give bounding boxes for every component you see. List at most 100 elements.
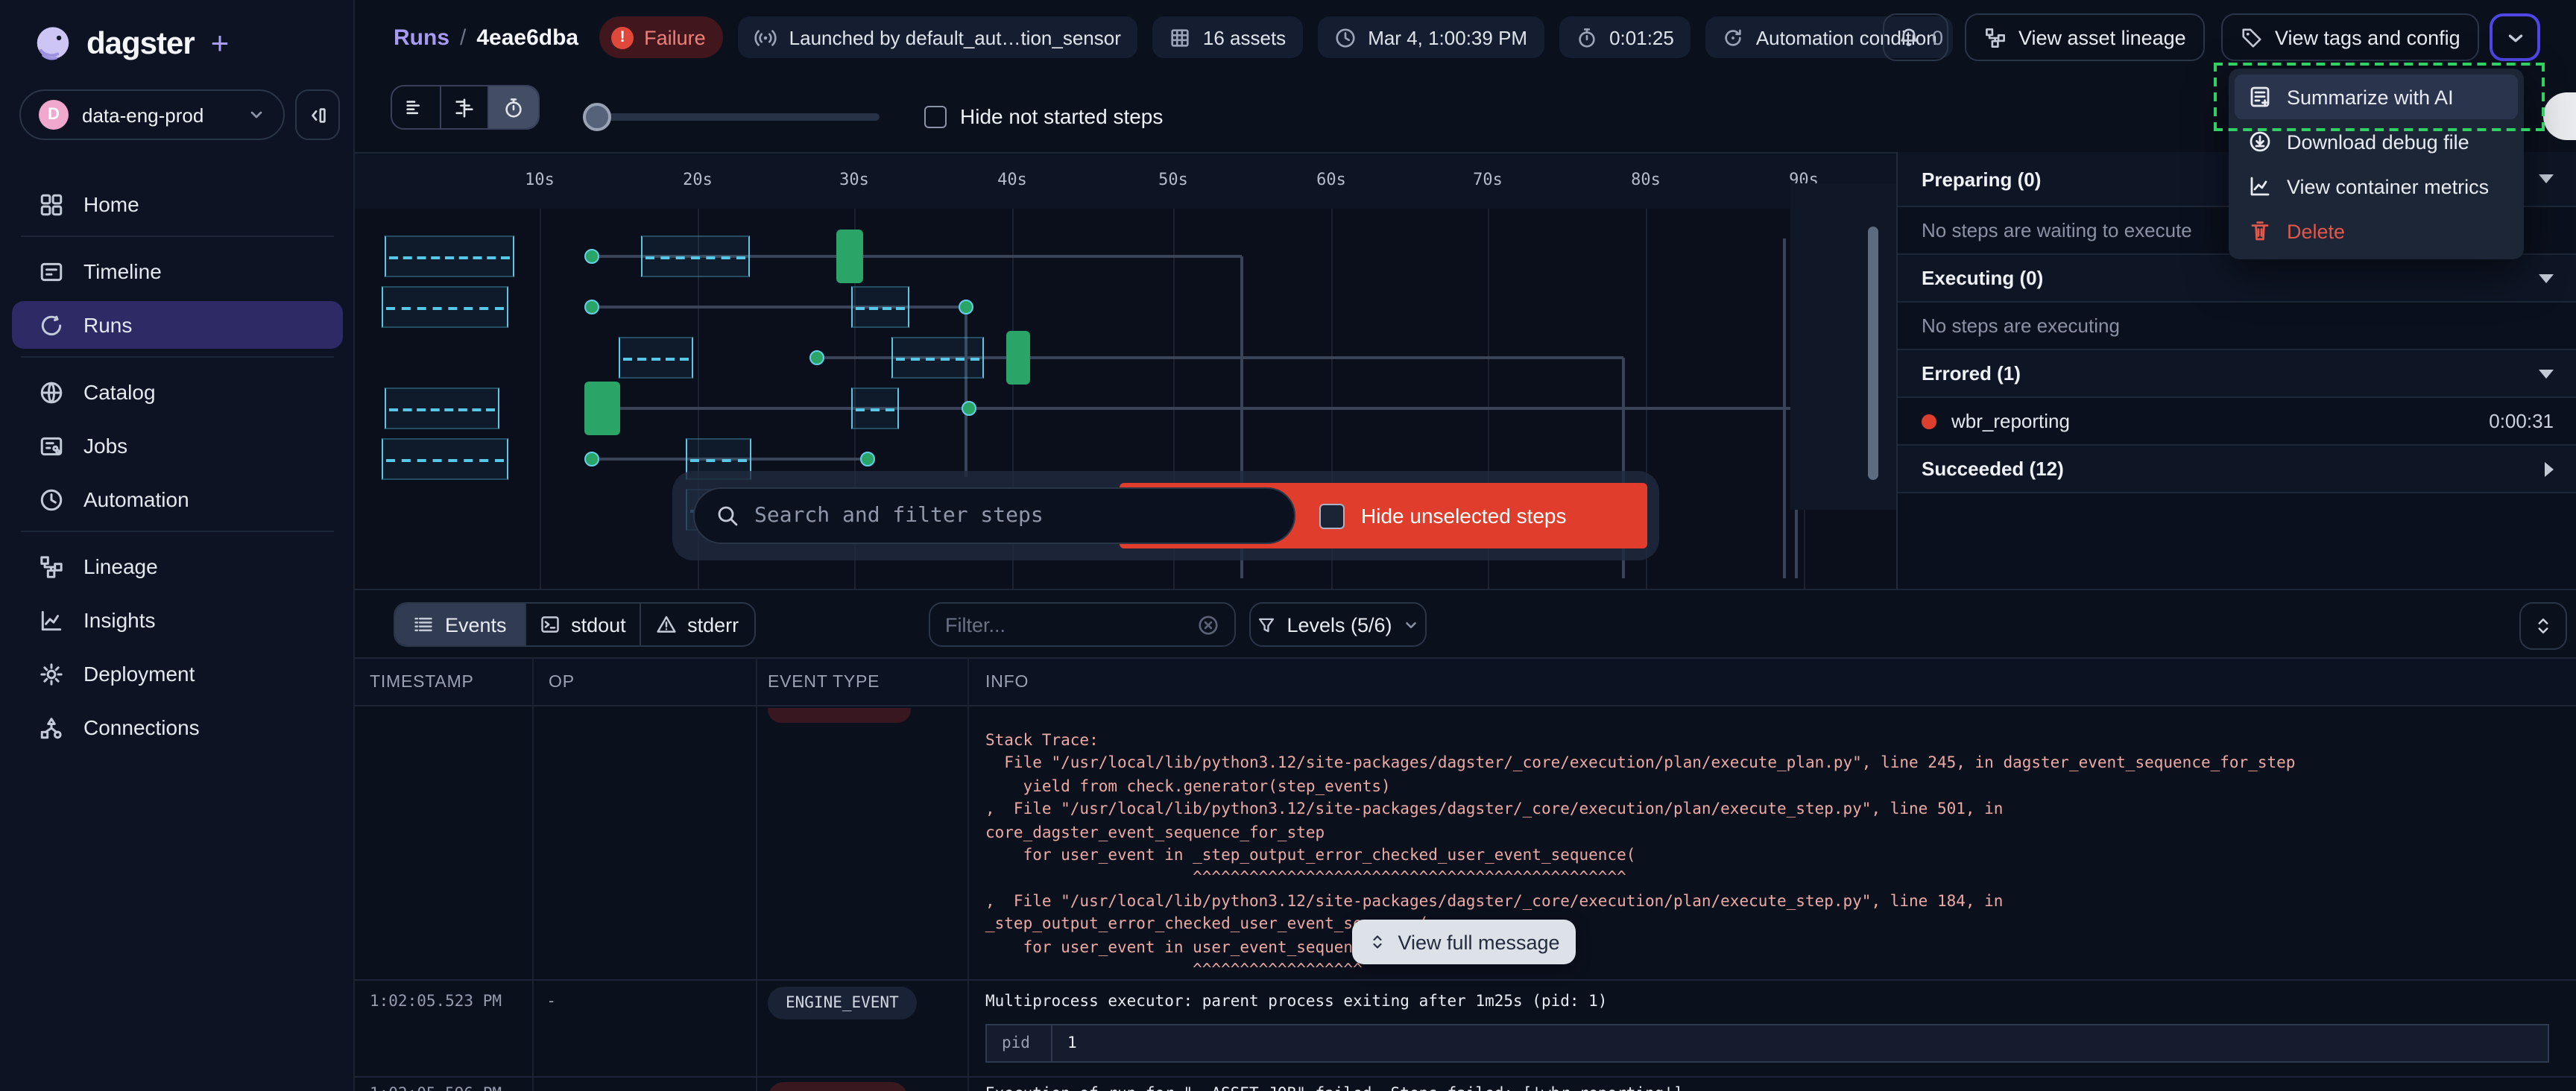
collapse-sidebar-button[interactable] (295, 89, 340, 140)
sidebar-item-catalog[interactable]: Catalog (12, 368, 343, 416)
divider (967, 657, 969, 1091)
gantt-step-marker[interactable] (584, 249, 599, 264)
metrics-icon (2248, 174, 2272, 198)
expand-log-panel-button[interactable] (2519, 602, 2567, 650)
gantt-step-pending[interactable] (851, 388, 899, 429)
deployment-selector[interactable]: D data-eng-prod (19, 89, 285, 140)
run-status-badge: ! Failure (599, 16, 724, 58)
sidebar-item-automation[interactable]: Automation (12, 475, 343, 523)
tab-stderr[interactable]: stderr (640, 604, 754, 645)
axis-tick: 10s (525, 170, 555, 189)
event-log-table: TIMESTAMPOPEVENT TYPEINFO Stack Trace: F… (355, 657, 2576, 1091)
gantt-step-success[interactable] (584, 382, 620, 435)
brand-name: dagster (86, 26, 195, 62)
reexecute-button-partial[interactable] (2543, 92, 2576, 140)
log-info: Multiprocess executor: parent process ex… (985, 993, 1607, 1011)
view-asset-lineage-button[interactable]: View asset lineage (1965, 13, 2206, 61)
section-title: Preparing (0) (1922, 168, 2041, 190)
sidebar-item-jobs[interactable]: Jobs (12, 422, 343, 469)
sidebar-item-insights[interactable]: Insights (12, 596, 343, 644)
hide-not-started-checkbox[interactable] (924, 105, 947, 127)
sidebar-item-label: Timeline (83, 259, 162, 283)
view-flat-button[interactable] (392, 86, 441, 128)
sidebar-item-lineage[interactable]: Lineage (12, 543, 343, 590)
connector-line (592, 306, 966, 309)
gantt-zoom-handle[interactable] (583, 103, 611, 131)
step-search-input[interactable]: Search and filter steps (693, 487, 1295, 544)
gantt-step-marker[interactable] (962, 401, 976, 416)
catalog-icon (39, 379, 64, 405)
breadcrumb-runs-link[interactable]: Runs (394, 25, 449, 50)
run-chip[interactable]: Mar 4, 1:00:39 PM (1317, 16, 1544, 58)
tab-label: stderr (687, 613, 739, 636)
menu-item-label: View container metrics (2287, 175, 2489, 197)
levels-label: Levels (5/6) (1287, 613, 1392, 636)
gantt-step-pending[interactable] (851, 286, 909, 328)
hide-unselected-checkbox[interactable] (1319, 503, 1345, 528)
view-tags-and-config-button[interactable]: View tags and config (2221, 13, 2480, 61)
gantt-step-pending[interactable] (891, 337, 984, 379)
gantt-step-pending[interactable] (641, 235, 750, 277)
run-chip[interactable]: 0:01:25 (1559, 16, 1690, 58)
chip-label: 16 assets (1203, 26, 1286, 48)
gantt-step-marker[interactable] (959, 300, 973, 314)
gantt-step-marker[interactable] (860, 452, 875, 467)
gantt-step-pending[interactable] (382, 438, 508, 480)
gantt-step-marker[interactable] (809, 350, 824, 365)
gantt-step-pending[interactable] (385, 388, 499, 429)
log-filter-input[interactable]: Filter... (929, 602, 1236, 647)
triangle-down-icon (2539, 174, 2554, 183)
gantt-step-pending[interactable] (385, 235, 514, 277)
gantt-step-success[interactable] (1006, 331, 1030, 385)
sidebar-item-runs[interactable]: Runs (12, 301, 343, 349)
divider (355, 589, 2576, 590)
sidebar-item-deployment[interactable]: Deployment (12, 650, 343, 698)
updown-chevrons-icon (1368, 933, 1386, 951)
sidebar-item-home[interactable]: Home (12, 180, 343, 228)
menu-item-delete[interactable]: Delete (2235, 209, 2518, 253)
gantt-zoom-slider[interactable] (584, 113, 880, 121)
axis-tick: 40s (997, 170, 1027, 189)
view-asset-lineage-label: View asset lineage (2018, 26, 2186, 48)
tab-events[interactable]: Events (395, 604, 527, 645)
brand[interactable]: dagster + (33, 24, 229, 64)
gantt-step-pending[interactable] (382, 286, 508, 328)
run-chip[interactable]: Launched by default_aut…tion_sensor (739, 16, 1137, 58)
insights-icon (39, 607, 64, 633)
sidebar-item-connections[interactable]: Connections (12, 703, 343, 751)
view-timed-button[interactable] (490, 86, 538, 128)
run-actions-menu-button[interactable] (2490, 13, 2540, 61)
status-dot-icon (1922, 414, 1936, 429)
status-section-executing[interactable]: Executing (0) (1898, 255, 2576, 303)
view-waterfall-button[interactable] (441, 86, 489, 128)
notifications-button[interactable]: 0 (1883, 13, 1948, 61)
event-metadata-table: pid 1 (985, 1024, 2549, 1063)
divider (756, 657, 757, 1091)
axis-tick: 60s (1316, 170, 1346, 189)
gantt-step-pending[interactable] (619, 337, 693, 379)
funnel-icon (1257, 615, 1276, 634)
log-levels-dropdown[interactable]: Levels (5/6) (1249, 602, 1427, 647)
column-header: INFO (985, 674, 1029, 692)
sidebar-item-timeline[interactable]: Timeline (12, 247, 343, 295)
gantt-step-marker[interactable] (584, 300, 599, 314)
clear-filter-icon[interactable] (1197, 613, 1219, 636)
errored-step-row[interactable]: wbr_reporting0:00:31 (1898, 398, 2576, 446)
status-section-succeeded[interactable]: Succeeded (12) (1898, 446, 2576, 493)
menu-item-view-container-metrics[interactable]: View container metrics (2235, 164, 2518, 209)
search-icon (716, 504, 739, 528)
auto-refresh-icon (1722, 26, 1744, 48)
tag-icon (2241, 26, 2263, 48)
status-section-errored[interactable]: Errored (1) (1898, 350, 2576, 398)
gantt-step-marker[interactable] (584, 452, 599, 467)
gantt-step-success[interactable] (836, 230, 863, 283)
gantt-vertical-scrollbar[interactable] (1868, 227, 1878, 480)
connector-line (1783, 238, 1786, 578)
log-timestamp[interactable]: 1:02:05.523 PM (370, 993, 502, 1011)
run-chip[interactable]: 16 assets (1152, 16, 1302, 58)
tab-stdout[interactable]: stdout (527, 604, 641, 645)
sidebar: dagster + D data-eng-prod Home Timeline Ru… (0, 0, 355, 1091)
view-full-message-button[interactable]: View full message (1352, 920, 1576, 964)
deployment-name: data-eng-prod (82, 104, 234, 126)
axis-tick: 30s (839, 170, 869, 189)
